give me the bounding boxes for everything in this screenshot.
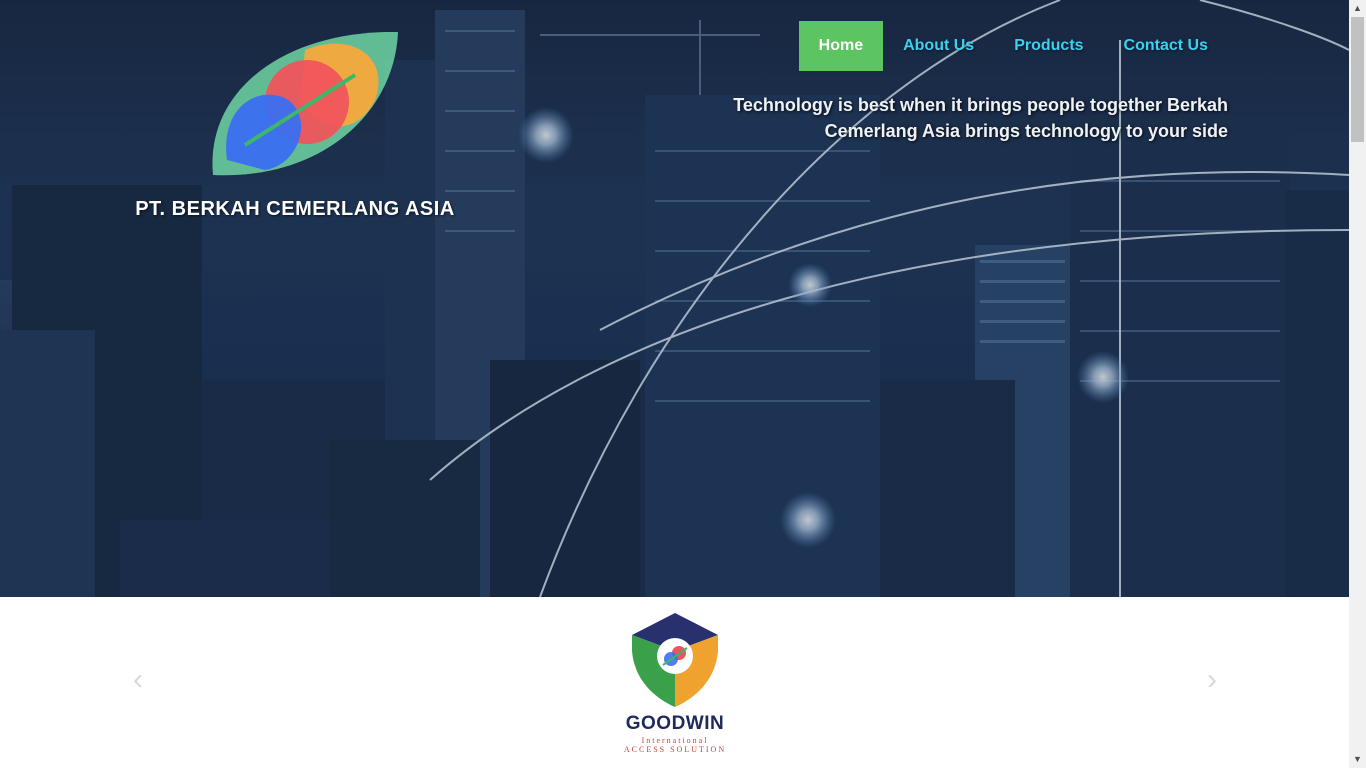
nav-item-about-us[interactable]: About Us — [883, 21, 994, 71]
vertical-scrollbar[interactable]: ▲ ▼ — [1349, 0, 1366, 768]
city-night-background — [0, 0, 1349, 597]
scroll-thumb[interactable] — [1351, 17, 1364, 142]
chevron-left-icon[interactable]: ‹ — [126, 665, 150, 695]
company-logo — [212, 31, 398, 176]
company-name: PT. BERKAH CEMERLANG ASIA — [135, 198, 455, 220]
nav-item-home[interactable]: Home — [798, 21, 884, 71]
partner-name: GOODWIN — [625, 713, 725, 734]
partner-subtitle-line2: access solution — [623, 745, 727, 754]
nav-item-contact-us[interactable]: Contact Us — [1104, 21, 1228, 71]
hero-tagline: Technology is best when it brings people… — [733, 95, 1228, 141]
nav-item-products[interactable]: Products — [994, 21, 1103, 71]
goodwin-shield-logo — [632, 613, 718, 707]
chevron-right-icon[interactable]: › — [1200, 665, 1224, 695]
scroll-down-arrow-icon[interactable]: ▼ — [1349, 751, 1366, 768]
partner-carousel: ‹ GOODWIN International access solution … — [0, 597, 1349, 768]
partner-subtitle-line1: International — [641, 736, 709, 745]
scroll-up-arrow-icon[interactable]: ▲ — [1349, 0, 1366, 17]
main-nav: Home About Us Products Contact Us — [798, 21, 1228, 71]
partner-subtitle: International access solution — [600, 736, 750, 754]
hero-banner: PT. BERKAH CEMERLANG ASIA Home About Us … — [0, 0, 1349, 597]
